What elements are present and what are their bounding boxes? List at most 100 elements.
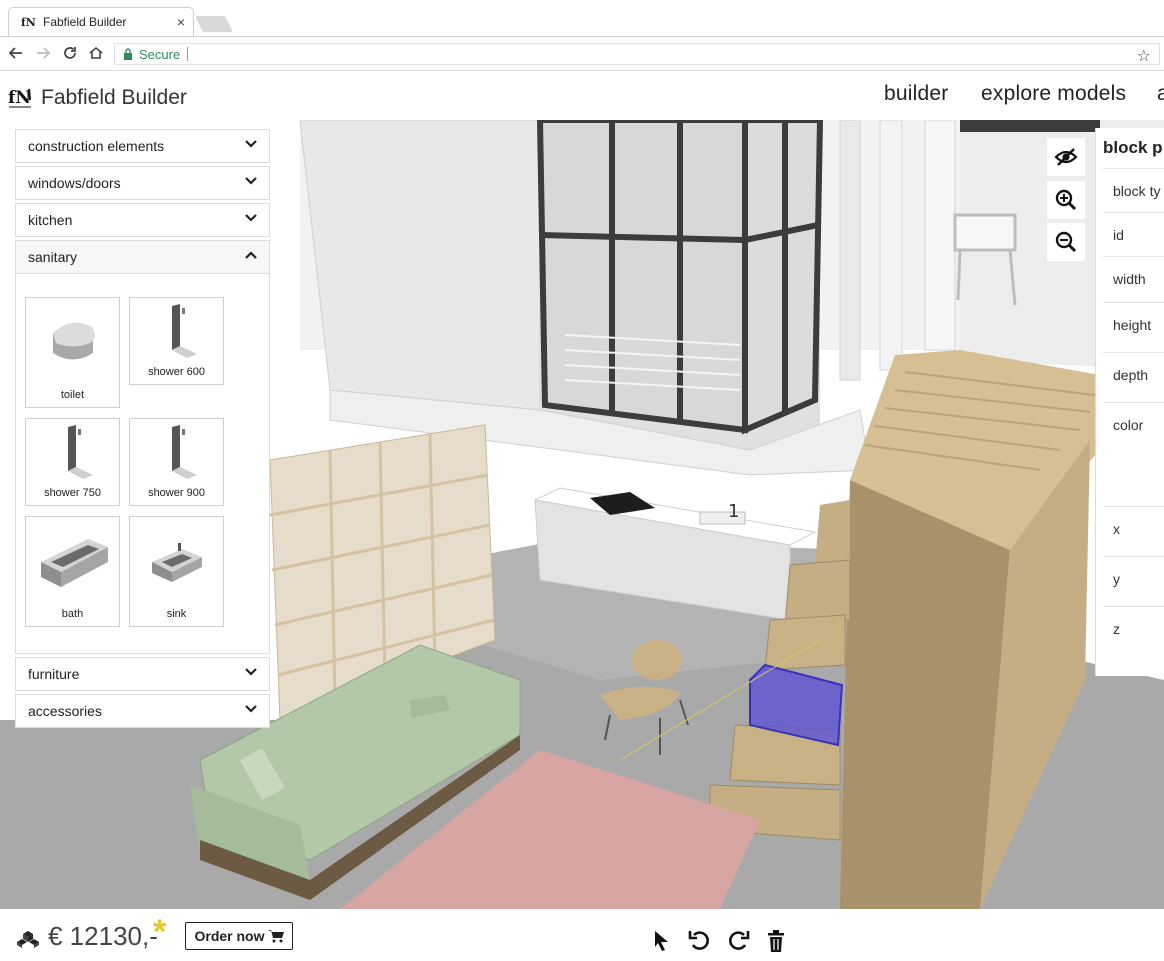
bath-icon (40, 539, 108, 587)
reload-icon[interactable] (60, 43, 80, 63)
section-furniture[interactable]: furniture (15, 657, 270, 691)
section-construction-elements[interactable]: construction elements (15, 129, 270, 163)
prop-label: y (1113, 571, 1120, 587)
nav-more[interactable]: a (1157, 82, 1164, 106)
browser-toolbar: Secure ☆ (0, 37, 1164, 71)
section-label: windows/doors (28, 175, 121, 191)
shower-icon (171, 304, 197, 358)
fabfield-logo-icon[interactable]: fN (8, 86, 34, 110)
glass-window (536, 120, 824, 435)
back-icon[interactable] (6, 43, 26, 63)
section-label: accessories (28, 703, 102, 719)
prop-label: x (1113, 521, 1120, 537)
app-header: fN Fabfield Builder builder explore mode… (0, 72, 1164, 120)
order-label: Order now (194, 928, 265, 944)
section-windows-doors[interactable]: windows/doors (15, 166, 270, 200)
prop-label: z (1113, 621, 1120, 637)
address-bar[interactable]: Secure ☆ (114, 43, 1160, 65)
lock-icon (124, 48, 132, 60)
bookmark-star-icon[interactable]: ☆ (1137, 46, 1151, 66)
chevron-down-icon (245, 668, 257, 676)
column-3 (924, 120, 956, 351)
zoom-in-icon (1055, 189, 1077, 211)
prop-label: id (1113, 227, 1124, 243)
tab-close-icon[interactable]: × (177, 14, 185, 30)
prop-height[interactable]: height (1103, 302, 1164, 352)
browser-tab[interactable]: fN Fabfield Builder × (8, 7, 194, 36)
item-label: shower 750 (44, 487, 101, 499)
item-bath[interactable]: bath (25, 516, 120, 627)
prop-width[interactable]: width (1103, 256, 1164, 302)
zoom-out-button[interactable] (1047, 223, 1085, 261)
browser-tab-bar: fN Fabfield Builder × (0, 0, 1164, 36)
prop-id[interactable]: id (1103, 212, 1164, 256)
eye-slash-icon (1054, 148, 1078, 166)
item-shower-750[interactable]: shower 750 (25, 418, 120, 506)
prop-label: width (1113, 271, 1146, 287)
item-shower-900[interactable]: shower 900 (129, 418, 224, 506)
select-cursor-icon[interactable] (650, 929, 674, 953)
section-label: furniture (28, 666, 80, 682)
bottom-bar: € 12130,- * Order now (0, 909, 1164, 961)
section-kitchen[interactable]: kitchen (15, 203, 270, 237)
prop-z[interactable]: z (1103, 606, 1164, 676)
item-sink[interactable]: sink (129, 516, 224, 627)
properties-title: block p (1103, 138, 1163, 157)
sink-icon (151, 543, 202, 582)
cart-icon (267, 930, 284, 943)
zoom-out-icon (1055, 231, 1077, 253)
zoom-in-button[interactable] (1047, 181, 1085, 219)
tab-title: Fabfield Builder (43, 15, 127, 29)
column-2 (879, 120, 903, 371)
prop-depth[interactable]: depth (1103, 352, 1164, 402)
price-note-asterisk: * (153, 913, 167, 951)
trash-icon[interactable] (764, 929, 788, 953)
item-label: shower 900 (148, 487, 205, 499)
item-label: toilet (60, 389, 85, 401)
prop-label: block ty (1113, 183, 1161, 199)
shower-icon (67, 425, 93, 479)
chevron-down-icon (245, 705, 257, 713)
prop-label: color (1113, 417, 1144, 433)
section-accessories[interactable]: accessories (15, 694, 270, 728)
toilet-icon (52, 323, 95, 360)
item-shower-600[interactable]: shower 600 (129, 297, 224, 385)
column-1 (839, 120, 861, 381)
order-now-button[interactable]: Order now (185, 922, 293, 950)
home-icon[interactable] (86, 43, 106, 63)
redo-icon[interactable] (726, 929, 750, 953)
prop-color[interactable]: color (1103, 402, 1164, 506)
chevron-down-icon (245, 140, 257, 148)
section-sanitary[interactable]: sanitary (15, 240, 270, 274)
svg-text:fN: fN (8, 88, 31, 108)
toggle-visibility-button[interactable] (1047, 138, 1085, 176)
section-label: sanitary (28, 249, 78, 265)
shower-icon (171, 425, 197, 479)
section-label: kitchen (28, 212, 73, 228)
chevron-down-icon (245, 177, 257, 185)
item-label: shower 600 (148, 366, 205, 378)
nav-explore-models[interactable]: explore models (981, 82, 1126, 106)
blocks-icon (17, 931, 39, 948)
section-label: construction elements (28, 138, 165, 154)
prop-block-type[interactable]: block ty (1103, 168, 1164, 212)
secure-label: Secure (139, 46, 181, 62)
sanitary-items-panel: toilet shower 600 shower 750 shower 900 … (15, 274, 270, 654)
prop-label: height (1113, 317, 1152, 333)
chevron-up-icon (245, 251, 257, 259)
mezzanine-side (299, 120, 541, 411)
catalog-sidebar: construction elements windows/doors kitc… (15, 129, 270, 731)
item-toilet[interactable]: toilet (25, 297, 120, 408)
prop-y[interactable]: y (1103, 556, 1164, 606)
prop-label: depth (1113, 367, 1149, 383)
forward-icon[interactable] (33, 43, 53, 63)
stair-step-label: 1 (728, 501, 739, 522)
undo-icon[interactable] (688, 929, 712, 953)
fabfield-favicon-icon: fN (21, 16, 36, 29)
nav-builder[interactable]: builder (884, 82, 948, 106)
prop-x[interactable]: x (1103, 506, 1164, 556)
new-tab-button[interactable] (195, 16, 233, 32)
omnibox-separator (187, 47, 189, 61)
item-label: bath (61, 608, 84, 620)
item-label: sink (166, 608, 187, 620)
